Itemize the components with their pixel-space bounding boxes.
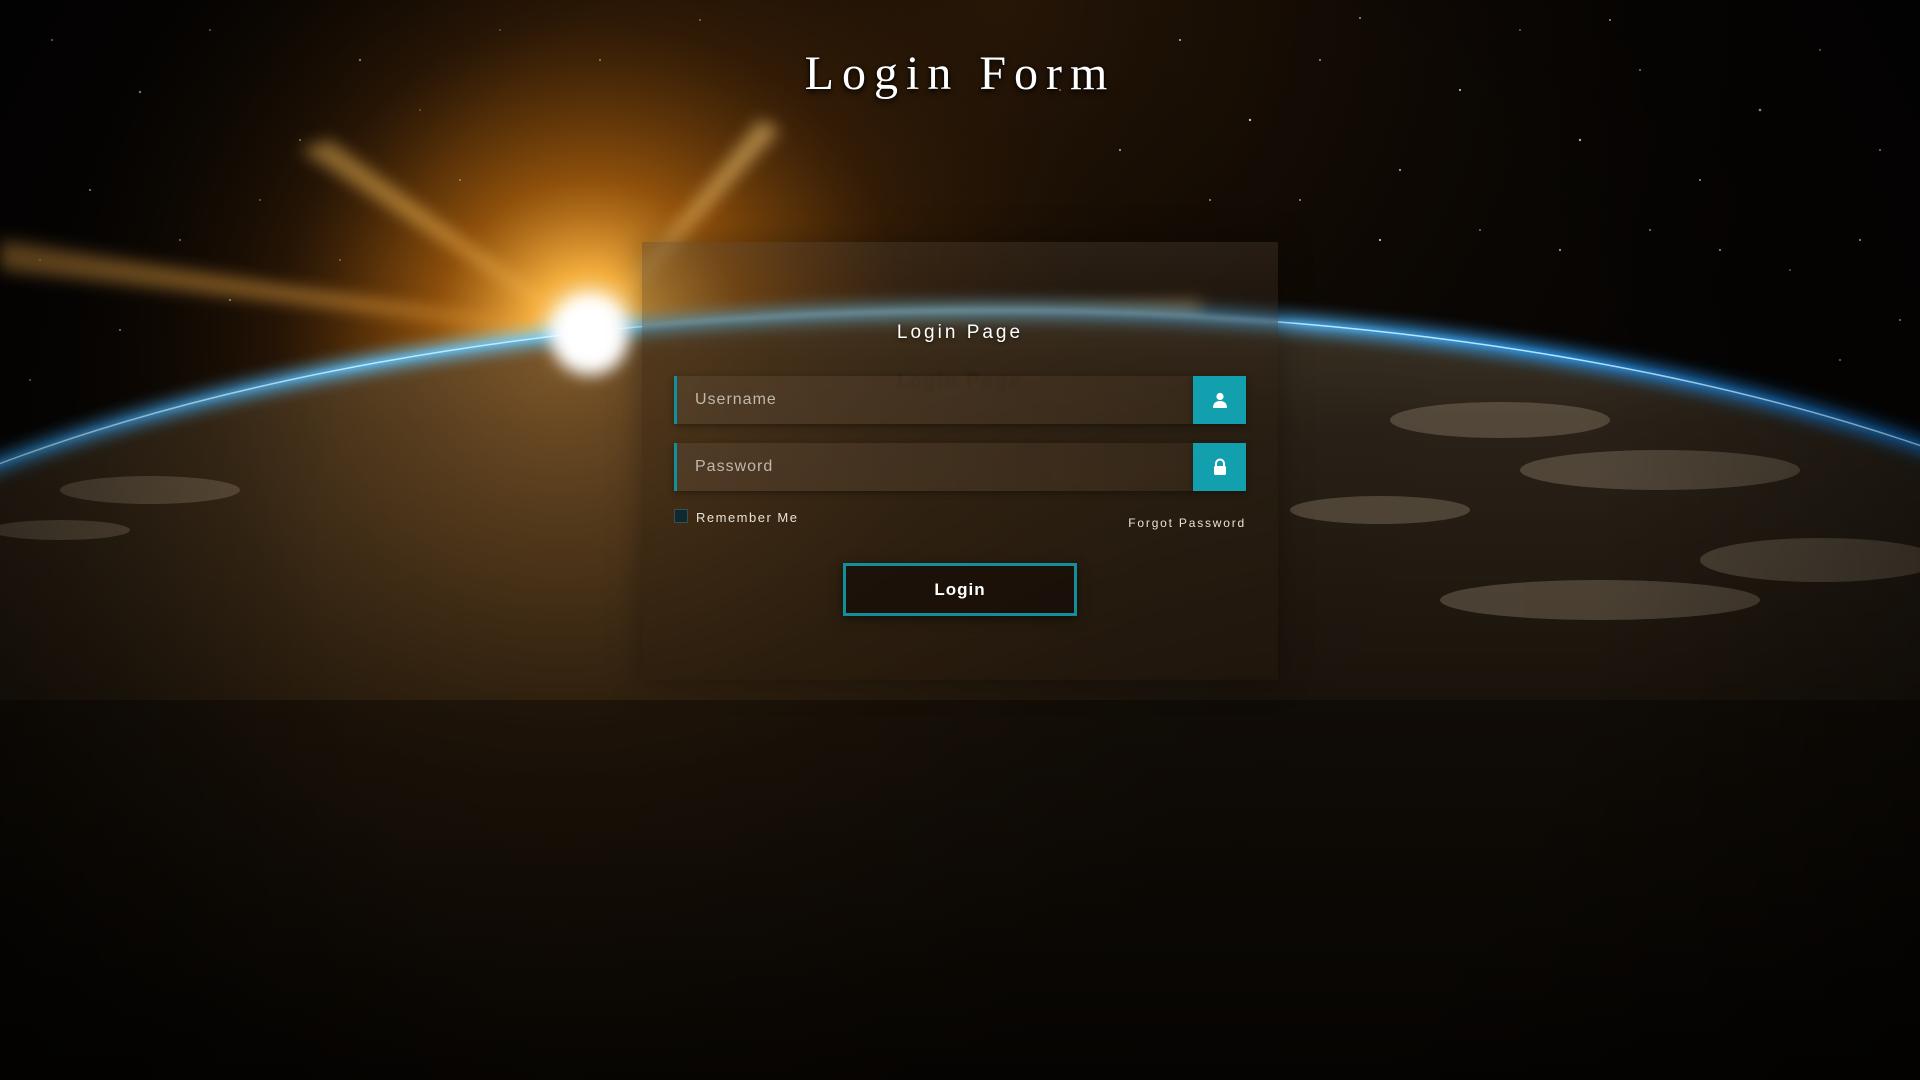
- username-input[interactable]: [674, 376, 1193, 424]
- page-title: Login Form: [804, 47, 1116, 100]
- remember-me-label: Remember Me: [696, 510, 799, 525]
- password-icon-box: [1193, 443, 1246, 491]
- lock-icon: [1213, 458, 1226, 475]
- forgot-password-link[interactable]: Forgot Password: [1128, 516, 1246, 530]
- panel-heading: Login Page: [896, 322, 1024, 343]
- login-panel: Login Page Login Page Remember Me: [642, 242, 1278, 680]
- password-input[interactable]: [674, 443, 1193, 491]
- login-screen: Login Form Login Page Login Page: [0, 0, 1920, 1080]
- password-field-group: [674, 443, 1246, 491]
- login-button[interactable]: Login: [843, 563, 1077, 616]
- user-icon: [1212, 392, 1227, 408]
- remember-me[interactable]: Remember Me: [674, 508, 799, 525]
- username-icon-box: [1193, 376, 1246, 424]
- username-field-group: [674, 376, 1246, 424]
- remember-me-checkbox[interactable]: [674, 508, 688, 523]
